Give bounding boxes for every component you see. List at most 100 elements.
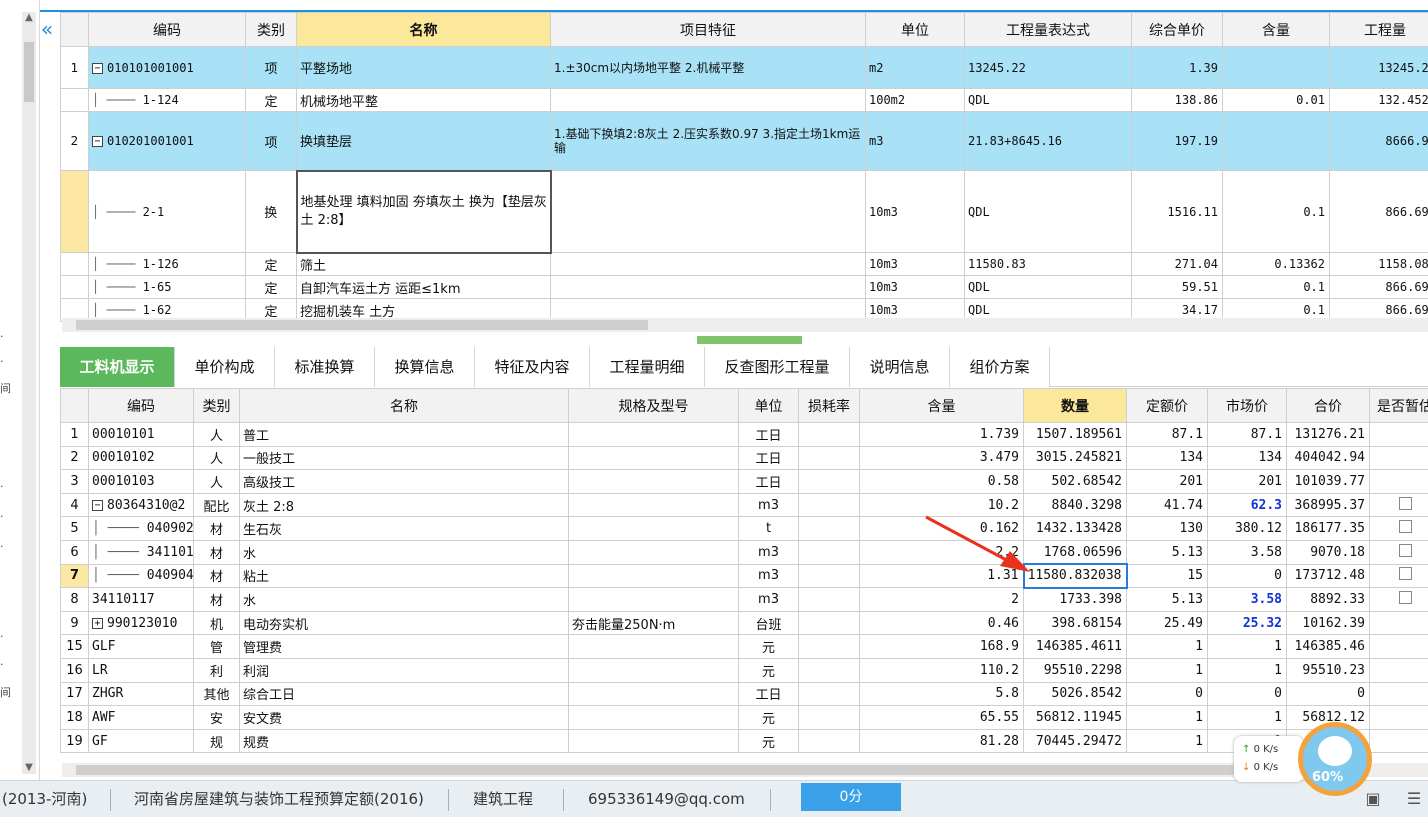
table-row[interactable]: 19GF规规费元81.2870445.2947211 xyxy=(60,728,1428,754)
row-index[interactable]: 7 xyxy=(60,563,89,589)
qty-cell[interactable]: 132.4522 xyxy=(1329,88,1428,112)
provisional-cell[interactable] xyxy=(1369,469,1428,494)
content-cell[interactable]: 110.2 xyxy=(859,657,1024,683)
name-cell[interactable]: 水 xyxy=(239,587,569,612)
tab-quantity-detail[interactable]: 工程量明细 xyxy=(590,347,705,387)
scroll-down-icon[interactable]: ▼ xyxy=(22,762,36,776)
table-row[interactable]: 2 00010102 人一般技工 工日 3.479 3015.245821 134 134 40… xyxy=(60,445,1428,471)
unit-cell[interactable]: 元 xyxy=(738,728,799,754)
feature-cell[interactable] xyxy=(550,275,866,299)
provisional-cell[interactable] xyxy=(1369,705,1428,730)
table-row[interactable]: 18 AWF 安安文费元 65.55 56812.11945 1 1 56812.12 xyxy=(60,705,1428,730)
qty-cell[interactable]: 1432.133428 xyxy=(1023,516,1127,541)
expr-cell[interactable]: 21.83+8645.16 xyxy=(964,111,1132,171)
col-total-header[interactable]: 合价 xyxy=(1286,388,1370,423)
unit-cell[interactable]: m3 xyxy=(738,587,799,612)
table-row[interactable]: │ ──── 1-124 定 机械场地平整 100m2 QDL 138.86 0… xyxy=(60,88,1428,112)
name-cell[interactable]: 电动夯实机 xyxy=(239,610,569,636)
unit-cell[interactable]: m3 xyxy=(738,539,799,565)
table-row[interactable]: 4−80364310@2 配比 灰土 2:8 m3 10.2 8840.3298 41.74… xyxy=(60,492,1428,518)
loss-cell[interactable] xyxy=(798,657,860,683)
name-cell[interactable]: 换填垫层 xyxy=(296,111,551,171)
unit-cell[interactable]: 元 xyxy=(738,634,799,659)
assistant-ball-icon[interactable]: 60% xyxy=(1298,722,1372,796)
content-cell[interactable]: 1.739 xyxy=(859,422,1024,447)
name-cell[interactable]: 机械场地平整 xyxy=(296,88,551,112)
row-index[interactable]: 4 xyxy=(60,492,89,518)
table-row-selected[interactable]: │ ──── 2-1 换 地基处理 填料加固 夯填灰土 换为【垫层灰土 2:8】… xyxy=(60,169,1428,254)
market-price-cell[interactable]: 87.1 xyxy=(1207,422,1287,447)
table-row[interactable]: 17 ZHGR 其他 综合工日 工日 5.8 5026.8542 0 0 0 xyxy=(60,681,1428,707)
score-badge[interactable]: 0分 xyxy=(801,783,901,811)
market-price-cell[interactable]: 0 xyxy=(1207,681,1287,707)
unit-cell[interactable]: t xyxy=(738,516,799,541)
row-index[interactable]: 18 xyxy=(60,705,89,730)
provisional-checkbox[interactable] xyxy=(1398,520,1412,534)
spec-cell[interactable] xyxy=(568,539,739,565)
table-row[interactable]: 1 −010101001001 项 平整场地 1.±30cm以内场地平整 2.机… xyxy=(60,46,1428,89)
market-price-cell[interactable]: 0 xyxy=(1207,563,1287,589)
content-cell[interactable]: 0.1 xyxy=(1222,275,1330,299)
market-price-cell[interactable]: 380.12 xyxy=(1207,516,1287,541)
content-cell[interactable]: 5.8 xyxy=(859,681,1024,707)
market-price-cell[interactable]: 1 xyxy=(1207,705,1287,730)
feature-cell[interactable]: 1.基础下换填2:8灰土 2.压实系数0.97 3.指定土场1km运输 xyxy=(550,111,866,171)
spec-cell[interactable]: 夯击能量250N·m xyxy=(568,610,739,636)
expr-cell[interactable]: QDL xyxy=(964,170,1132,253)
collapse-icon[interactable]: − xyxy=(92,136,103,147)
unit-cell[interactable]: 工日 xyxy=(738,445,799,471)
row-index[interactable]: 2 xyxy=(60,445,89,471)
row-index[interactable]: 1 xyxy=(60,422,89,447)
market-price-cell[interactable]: 25.32 xyxy=(1207,610,1287,636)
table-row[interactable]: 9 +990123010 机电动夯实机 夯击能量250N·m 台班 0.46 398.681… xyxy=(60,610,1428,636)
qty-cell[interactable]: 866.699 xyxy=(1329,170,1428,253)
table-row[interactable]: 16 LR 利利润元 110.2 95510.2298 1 1 95510.23 xyxy=(60,657,1428,683)
loss-cell[interactable] xyxy=(798,492,860,518)
col-type-header[interactable]: 类别 xyxy=(245,12,297,47)
table-row[interactable]: │ ──── 1-126 定 筛土 10m3 11580.83 271.04 0… xyxy=(60,252,1428,276)
expr-cell[interactable]: QDL xyxy=(964,88,1132,112)
name-cell[interactable]: 粘土 xyxy=(239,563,569,589)
unit-cell[interactable]: m3 xyxy=(738,492,799,518)
content-cell[interactable]: 3.479 xyxy=(859,445,1024,471)
tab-pricing-plan[interactable]: 组价方案 xyxy=(950,347,1050,387)
row-index[interactable]: 1 xyxy=(60,46,89,89)
unit-cell[interactable]: m3 xyxy=(738,563,799,589)
collapse-left-icon[interactable]: « xyxy=(36,16,58,42)
content-cell[interactable]: 81.28 xyxy=(859,728,1024,754)
feature-cell[interactable] xyxy=(550,170,866,253)
content-cell[interactable]: 0.46 xyxy=(859,610,1024,636)
window-layout-icon[interactable]: ▣ xyxy=(1364,790,1382,808)
col-unit-header[interactable]: 单位 xyxy=(738,388,799,423)
qty-cell[interactable]: 11580.832038 xyxy=(1022,563,1128,589)
provisional-cell[interactable] xyxy=(1369,445,1428,471)
spec-cell[interactable] xyxy=(568,728,739,754)
spec-cell[interactable] xyxy=(568,445,739,471)
content-cell[interactable]: 2 xyxy=(859,587,1024,612)
qty-cell[interactable]: 8666.99 xyxy=(1329,111,1428,171)
spec-cell[interactable] xyxy=(568,681,739,707)
market-price-cell[interactable]: 62.3 xyxy=(1207,492,1287,518)
left-scrollbar[interactable] xyxy=(22,12,36,774)
provisional-cell[interactable] xyxy=(1369,681,1428,707)
provisional-cell[interactable] xyxy=(1369,492,1428,518)
content-cell[interactable] xyxy=(1222,46,1330,89)
unit-cell[interactable]: 元 xyxy=(738,705,799,730)
market-price-cell[interactable]: 3.58 xyxy=(1207,539,1287,565)
name-cell[interactable]: 一般技工 xyxy=(239,445,569,471)
qty-cell[interactable]: 146385.4611 xyxy=(1023,634,1127,659)
panel-splitter-handle[interactable] xyxy=(697,336,802,344)
loss-cell[interactable] xyxy=(798,587,860,612)
qty-cell[interactable]: 5026.8542 xyxy=(1023,681,1127,707)
name-edit-cell[interactable]: 地基处理 填料加固 夯填灰土 换为【垫层灰土 2:8】 xyxy=(295,169,552,254)
tab-conversion-info[interactable]: 换算信息 xyxy=(375,347,475,387)
name-cell[interactable]: 安文费 xyxy=(239,705,569,730)
qty-cell[interactable]: 866.699 xyxy=(1329,275,1428,299)
provisional-cell[interactable] xyxy=(1369,610,1428,636)
name-cell[interactable]: 综合工日 xyxy=(239,681,569,707)
spec-cell[interactable] xyxy=(568,422,739,447)
loss-cell[interactable] xyxy=(798,539,860,565)
content-cell[interactable] xyxy=(1222,111,1330,171)
content-cell[interactable]: 65.55 xyxy=(859,705,1024,730)
name-cell[interactable]: 生石灰 xyxy=(239,516,569,541)
